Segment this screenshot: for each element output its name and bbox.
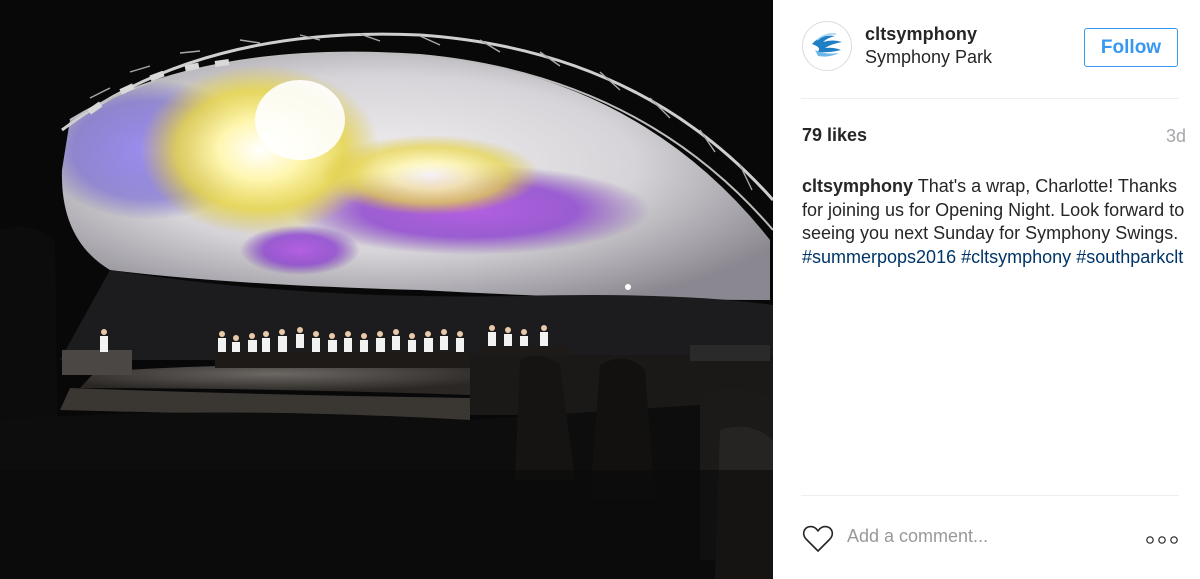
post-side-panel: cltsymphony Symphony Park Follow 79 like… bbox=[773, 0, 1200, 579]
caption-username[interactable]: cltsymphony bbox=[802, 176, 913, 196]
more-options-icon[interactable] bbox=[1145, 535, 1179, 545]
comment-divider bbox=[801, 495, 1179, 496]
post-photo[interactable] bbox=[0, 0, 773, 579]
follow-button[interactable]: Follow bbox=[1084, 28, 1178, 67]
likes-count[interactable]: 79 likes bbox=[802, 125, 867, 146]
hashtag-link[interactable]: #summerpops2016 bbox=[802, 247, 956, 267]
avatar[interactable] bbox=[802, 21, 852, 71]
header-divider bbox=[801, 98, 1179, 99]
post-location[interactable]: Symphony Park bbox=[865, 47, 992, 68]
hashtag-link[interactable]: #southparkclt bbox=[1076, 247, 1183, 267]
post-username[interactable]: cltsymphony bbox=[865, 24, 977, 45]
comment-bar bbox=[773, 515, 1200, 565]
comment-input[interactable] bbox=[847, 526, 1077, 547]
post-header: cltsymphony Symphony Park Follow bbox=[773, 0, 1200, 98]
post-timestamp[interactable]: 3d bbox=[1166, 126, 1186, 147]
concert-photo-graphic bbox=[0, 0, 773, 579]
instagram-post: cltsymphony Symphony Park Follow 79 like… bbox=[0, 0, 1200, 579]
post-caption: cltsymphony That's a wrap, Charlotte! Th… bbox=[802, 175, 1187, 269]
heart-icon[interactable] bbox=[802, 524, 834, 554]
symphony-logo-icon bbox=[803, 22, 851, 70]
hashtag-link[interactable]: #cltsymphony bbox=[961, 247, 1071, 267]
